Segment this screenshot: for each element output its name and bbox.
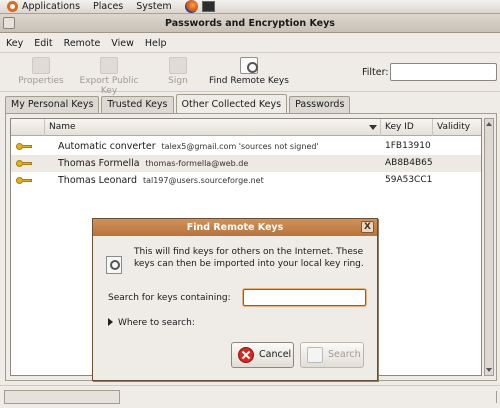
tab-passwords[interactable]: Passwords	[289, 96, 351, 113]
where-to-search-label: Where to search:	[118, 318, 195, 328]
key-name: Thomas Formella	[58, 158, 140, 169]
menu-help[interactable]: Help	[145, 38, 167, 49]
list-header: Name Key ID Validity	[11, 119, 481, 136]
key-name: Thomas Leonard	[58, 175, 138, 186]
scroll-down-icon[interactable]	[486, 368, 492, 372]
window-titlebar: Passwords and Encryption Keys	[0, 14, 500, 33]
filter-label: Filter:	[362, 67, 389, 78]
progress-bar	[4, 390, 120, 404]
sign-icon	[169, 57, 187, 74]
cancel-label: Cancel	[259, 349, 292, 360]
search-input[interactable]	[243, 289, 366, 306]
export-icon	[100, 57, 118, 74]
menu-view[interactable]: View	[111, 38, 134, 49]
properties-label: Properties	[18, 76, 64, 86]
where-to-search-expander[interactable]: Where to search:	[108, 318, 195, 328]
terminal-launcher-icon[interactable]	[201, 1, 215, 12]
search-icon	[307, 347, 323, 363]
panel-menu-places[interactable]: Places	[93, 1, 123, 12]
tab-other-collected-keys[interactable]: Other Collected Keys	[175, 94, 288, 113]
key-id: 59A53CC1	[385, 175, 433, 185]
find-remote-keys-icon	[240, 57, 258, 74]
status-bar	[0, 385, 500, 408]
find-remote-keys-button[interactable]: Find Remote Keys	[207, 57, 291, 86]
key-name-cell: Thomas Leonard tal197@users.sourceforge.…	[58, 172, 264, 190]
cancel-button[interactable]: Cancel	[231, 342, 294, 368]
export-label: Export Public Key	[79, 76, 139, 96]
panel-menu-applications[interactable]: Applications	[22, 1, 80, 12]
find-remote-keys-label: Find Remote Keys	[209, 76, 289, 86]
tab-trusted-keys[interactable]: Trusted Keys	[101, 96, 174, 113]
ubuntu-logo-icon[interactable]	[7, 1, 18, 12]
properties-icon	[32, 57, 50, 74]
key-id: 1FB13910	[385, 141, 431, 151]
find-remote-keys-dialog: Find Remote Keys X This will find keys f…	[92, 218, 378, 381]
find-keys-icon	[106, 256, 122, 274]
sign-button[interactable]: Sign	[160, 57, 196, 86]
firefox-launcher-icon[interactable]	[184, 0, 198, 13]
key-id-column-header[interactable]: Key ID	[380, 119, 432, 136]
icon-column-header[interactable]	[11, 119, 44, 136]
window-title: Passwords and Encryption Keys	[165, 18, 335, 29]
menu-edit[interactable]: Edit	[34, 38, 52, 49]
menubar: Key Edit Remote View Help	[0, 34, 500, 53]
validity-column-header[interactable]: Validity	[432, 119, 481, 136]
dialog-title: Find Remote Keys	[186, 222, 284, 233]
key-name-cell: Thomas Formella thomas-formella@web.de	[58, 155, 248, 173]
name-column-header[interactable]: Name	[44, 119, 380, 136]
top-panel: Applications Places System	[0, 0, 500, 14]
vertical-scrollbar[interactable]	[484, 118, 494, 376]
tab-my-personal-keys[interactable]: My Personal Keys	[5, 96, 100, 113]
key-tabs: My Personal Keys Trusted Keys Other Coll…	[5, 94, 352, 113]
search-button[interactable]: Search	[300, 342, 364, 368]
export-public-key-button[interactable]: Export Public Key	[70, 57, 148, 96]
menu-remote[interactable]: Remote	[64, 38, 101, 49]
key-name-cell: Automatic converter talex5@gmail.com 'so…	[58, 138, 319, 156]
search-label: Search for keys containing:	[108, 293, 231, 303]
sign-label: Sign	[168, 76, 188, 86]
properties-button[interactable]: Properties	[12, 57, 70, 86]
expander-arrow-icon	[108, 318, 113, 326]
key-email: tal197@users.sourceforge.net	[142, 176, 264, 185]
key-icon	[16, 143, 32, 150]
key-icon	[16, 177, 32, 184]
resize-grip[interactable]	[487, 391, 497, 403]
dialog-titlebar: Find Remote Keys X	[93, 219, 377, 236]
table-row[interactable]: Automatic converter talex5@gmail.com 'so…	[11, 138, 481, 155]
cancel-icon	[238, 347, 254, 363]
table-row[interactable]: Thomas Formella thomas-formella@web.de A…	[11, 155, 481, 172]
validity-column-label: Validity	[437, 122, 471, 132]
close-icon[interactable]: X	[361, 221, 374, 233]
search-button-label: Search	[328, 349, 361, 360]
dialog-message: This will find keys for others on the In…	[134, 247, 364, 269]
sort-descending-icon	[369, 125, 377, 130]
name-column-label: Name	[49, 122, 76, 132]
key-email: talex5@gmail.com 'sources not signed'	[161, 142, 319, 151]
key-id: AB8B4B65	[385, 158, 433, 168]
filter-input[interactable]	[390, 63, 497, 81]
menu-key[interactable]: Key	[6, 38, 23, 49]
key-name: Automatic converter	[58, 141, 156, 152]
table-row[interactable]: Thomas Leonard tal197@users.sourceforge.…	[11, 172, 481, 189]
key-email: thomas-formella@web.de	[145, 159, 249, 168]
panel-menu-system[interactable]: System	[136, 1, 171, 12]
window-menu-button[interactable]	[3, 17, 15, 29]
key-id-column-label: Key ID	[385, 122, 414, 132]
scroll-up-icon[interactable]	[486, 122, 492, 126]
key-icon	[16, 160, 32, 167]
